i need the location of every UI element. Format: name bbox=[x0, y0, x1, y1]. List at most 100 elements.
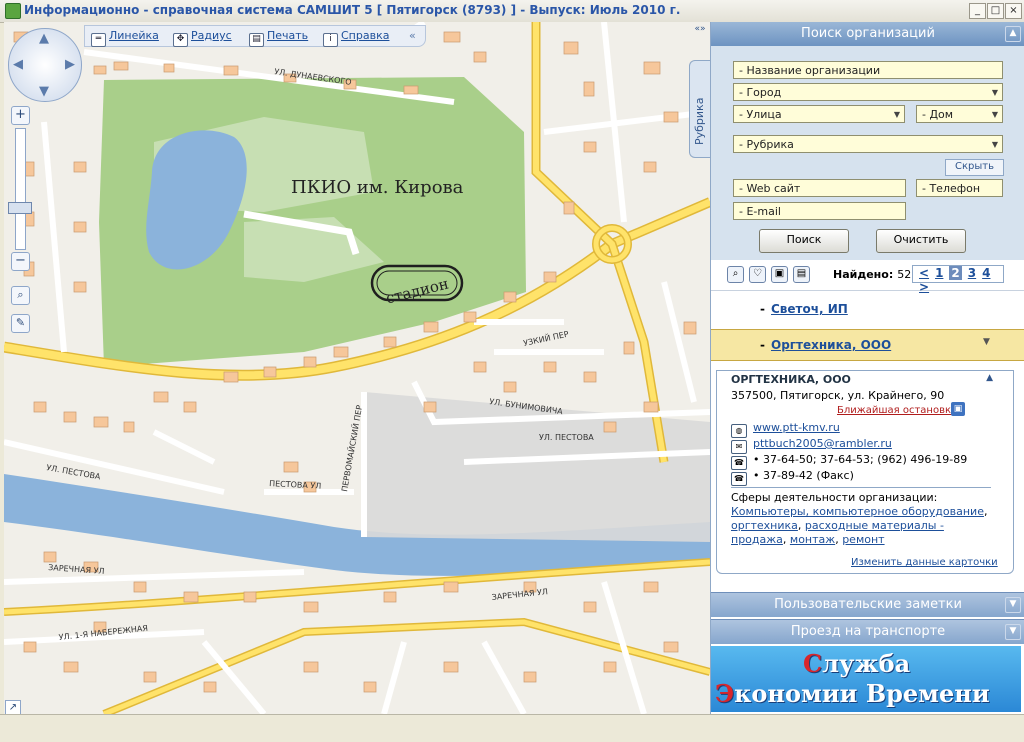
clear-button[interactable]: Очистить bbox=[876, 229, 966, 253]
street-label: ПЕРВОМАЙСКИЙ ПЕР bbox=[338, 404, 364, 492]
edit-card-link[interactable]: Изменить данные карточки bbox=[851, 557, 998, 568]
city-select[interactable]: - Город ▼ bbox=[733, 83, 1003, 101]
search-button[interactable]: Поиск bbox=[759, 229, 849, 253]
rubric-select[interactable]: - Рубрика ▼ bbox=[733, 135, 1003, 153]
page-prev[interactable]: < bbox=[919, 266, 929, 280]
toolbar-collapse-icon[interactable]: « bbox=[409, 29, 416, 42]
mail-icon: ✉ bbox=[731, 440, 747, 454]
wrench-icon[interactable]: ✎ bbox=[11, 314, 30, 333]
map-toolbar: ═ Линейка ✥ Радиус ▤ Печать i Справка « bbox=[84, 25, 426, 47]
print-tool[interactable]: ▤ Печать bbox=[249, 29, 308, 47]
list-item-selected[interactable]: - Оргтехника, ООО ▼ bbox=[711, 329, 1024, 361]
chevron-up-icon[interactable]: ▲ bbox=[986, 373, 993, 383]
activity-link[interactable]: ремонт bbox=[842, 533, 884, 546]
rubric-side-tab[interactable]: Рубрика bbox=[689, 60, 710, 158]
globe-icon: ◍ bbox=[731, 424, 747, 438]
save-icon[interactable]: ▣ bbox=[771, 266, 788, 283]
activity-link[interactable]: оргтехника bbox=[731, 519, 798, 532]
street-label: УЛ. ПЕСТОВА bbox=[539, 433, 594, 442]
magnifier-icon[interactable]: ⌕ bbox=[11, 286, 30, 305]
zoom-slider-thumb[interactable] bbox=[8, 202, 32, 214]
chevron-down-icon: ▼ bbox=[991, 140, 998, 149]
pan-control[interactable]: ▲ ▼ ◀ ▶ bbox=[8, 28, 82, 102]
right-panel: Поиск организаций ▲ - Название организац… bbox=[710, 22, 1024, 714]
chevron-down-icon[interactable]: ▼ bbox=[983, 337, 990, 347]
found-count: Найдено: 52 bbox=[833, 268, 912, 281]
page-link[interactable]: 1 bbox=[935, 266, 943, 280]
printer-icon: ▤ bbox=[249, 33, 264, 47]
page-link[interactable]: 4 bbox=[982, 266, 990, 280]
street-label: ЗАРЕЧНАЯ УЛ bbox=[491, 587, 548, 602]
street-select[interactable]: - Улица ▼ bbox=[733, 105, 905, 123]
search-header: Поиск организаций ▲ bbox=[711, 22, 1024, 46]
card-fax: ☎ • 37-89-42 (Факс) bbox=[731, 469, 854, 486]
house-select[interactable]: - Дом ▼ bbox=[916, 105, 1003, 123]
divider bbox=[731, 487, 991, 488]
printer-icon[interactable]: ▤ bbox=[793, 266, 810, 283]
org-name-field[interactable]: - Название организации bbox=[733, 61, 1003, 79]
rubric-tab-label: Рубрика bbox=[693, 97, 706, 145]
email-field[interactable]: - E-mail bbox=[733, 202, 906, 220]
zoom-slider[interactable] bbox=[15, 128, 26, 250]
activity-link[interactable]: монтаж bbox=[790, 533, 835, 546]
info-icon: i bbox=[323, 33, 338, 47]
activities-label: Сферы деятельности организации: bbox=[731, 491, 938, 504]
chevron-down-icon: ▼ bbox=[991, 88, 998, 97]
page-current[interactable]: 2 bbox=[949, 266, 962, 280]
card-website: ◍ www.ptt-kmv.ru bbox=[731, 421, 840, 438]
list-item[interactable]: - Светоч, ИП bbox=[711, 294, 1024, 324]
minimize-button[interactable]: _ bbox=[969, 3, 986, 19]
phone-field[interactable]: - Телефон bbox=[916, 179, 1003, 197]
radius-tool[interactable]: ✥ Радиус bbox=[173, 29, 232, 47]
pan-up-icon[interactable]: ▲ bbox=[39, 31, 49, 46]
chevron-down-icon: ▼ bbox=[893, 110, 900, 119]
pan-down-icon[interactable]: ▼ bbox=[39, 84, 49, 99]
street-label: ПЕСТОВА УЛ bbox=[269, 479, 322, 491]
app-icon bbox=[5, 3, 21, 19]
card-title: ОРГТЕХНИКА, ООО bbox=[731, 373, 851, 386]
ruler-icon: ═ bbox=[91, 33, 106, 47]
result-link[interactable]: Оргтехника, ООО bbox=[771, 338, 891, 352]
nearest-stop-link[interactable]: Ближайшая остановка bbox=[837, 405, 957, 416]
ad-line-1: Служба bbox=[803, 649, 911, 678]
org-card: ОРГТЕХНИКА, ООО ▲ 357500, Пятигорск, ул.… bbox=[716, 370, 1014, 574]
transport-accordion[interactable]: Проезд на транспорте ▼ bbox=[711, 619, 1024, 644]
collapse-search-icon[interactable]: ▲ bbox=[1005, 26, 1021, 42]
card-phones: ☎ • 37-64-50; 37-64-53; (962) 496-19-89 bbox=[731, 453, 967, 470]
zoom-out-button[interactable]: − bbox=[11, 252, 30, 271]
heart-icon[interactable]: ♡ bbox=[749, 266, 766, 283]
card-email: ✉ pttbuch2005@rambler.ru bbox=[731, 437, 892, 454]
ad-banner[interactable]: Служба Экономии Времени bbox=[711, 646, 1021, 712]
search-panel: Поиск организаций ▲ - Название организац… bbox=[711, 22, 1024, 261]
expand-icon[interactable]: ▼ bbox=[1005, 597, 1021, 613]
expand-icon[interactable]: ▼ bbox=[1005, 624, 1021, 640]
pan-right-icon[interactable]: ▶ bbox=[65, 57, 75, 72]
status-bar bbox=[0, 714, 1024, 742]
help-tool[interactable]: i Справка bbox=[323, 29, 389, 47]
activities-list: Компьютеры, компьютерное оборудование, о… bbox=[731, 505, 988, 546]
page-next[interactable]: > bbox=[919, 280, 929, 294]
hide-button[interactable]: Скрыть bbox=[945, 159, 1004, 176]
page-link[interactable]: 3 bbox=[968, 266, 976, 280]
radius-icon: ✥ bbox=[173, 33, 188, 47]
phone-icon: ☎ bbox=[731, 456, 747, 470]
maximize-button[interactable]: □ bbox=[987, 3, 1004, 19]
panel-collapse-icon[interactable]: «» bbox=[693, 24, 707, 38]
website-field[interactable]: - Web сайт bbox=[733, 179, 906, 197]
search-icon[interactable]: ⌕ bbox=[727, 266, 744, 283]
close-button[interactable]: × bbox=[1005, 3, 1022, 19]
title-bar: Информационно - справочная система САМШИ… bbox=[0, 0, 1024, 23]
fax-icon: ☎ bbox=[731, 472, 747, 486]
card-address: 357500, Пятигорск, ул. Крайнего, 90 bbox=[731, 389, 945, 402]
pagination: <1 2 3 4 > bbox=[912, 265, 1004, 294]
bus-icon[interactable]: ▣ bbox=[951, 402, 965, 416]
result-link[interactable]: Светоч, ИП bbox=[771, 302, 848, 316]
zoom-in-button[interactable]: + bbox=[11, 106, 30, 125]
map-drawing: ПКИО им. Кирова стадион УЛ. ДУНАЕВСКОГО … bbox=[4, 22, 710, 714]
park-label: ПКИО им. Кирова bbox=[291, 177, 464, 198]
ruler-tool[interactable]: ═ Линейка bbox=[91, 29, 159, 47]
map-canvas[interactable]: ПКИО им. Кирова стадион УЛ. ДУНАЕВСКОГО … bbox=[4, 22, 710, 714]
activity-link[interactable]: Компьютеры, компьютерное оборудование bbox=[731, 505, 984, 518]
pan-left-icon[interactable]: ◀ bbox=[13, 57, 23, 72]
notes-accordion[interactable]: Пользовательские заметки ▼ bbox=[711, 592, 1024, 617]
